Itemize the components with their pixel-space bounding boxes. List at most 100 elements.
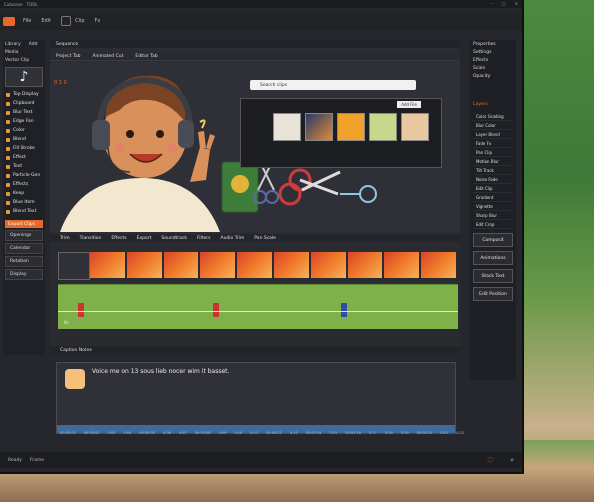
time-tick: 0:13	[289, 431, 298, 435]
menu-fx[interactable]: Fx	[95, 18, 101, 24]
heart-icon[interactable]: ♡	[487, 456, 494, 465]
video-track[interactable]	[90, 252, 456, 278]
settings-item[interactable]: Settings	[470, 48, 516, 56]
add-file-button[interactable]: Add File	[397, 100, 421, 108]
layer-item[interactable]: Color Grading	[473, 112, 513, 121]
animations-button[interactable]: Animations	[473, 251, 513, 265]
edit-position-button[interactable]: Edit Position	[473, 287, 513, 301]
media-thumb-5[interactable]	[401, 113, 429, 141]
video-clip[interactable]	[273, 252, 309, 278]
left-list-label: Effect	[13, 155, 26, 160]
video-clip[interactable]	[237, 252, 272, 278]
left-list-item[interactable]: Edge Fan	[3, 117, 45, 126]
tab-project[interactable]: Project Tab	[50, 54, 86, 59]
tab-sequence[interactable]: Sequence	[50, 42, 84, 47]
search-icon[interactable]: ⌕	[510, 456, 514, 465]
menu-file[interactable]: File	[23, 18, 31, 24]
clip-marker-blue[interactable]	[341, 303, 347, 317]
composit-button[interactable]: Composit	[473, 233, 513, 247]
undo-icon[interactable]	[61, 16, 72, 26]
clip-marker-red-2[interactable]	[213, 303, 219, 317]
layer-item[interactable]: Sharp Blur	[473, 211, 513, 220]
left-list-item[interactable]: Keep	[3, 189, 45, 198]
layer-item[interactable]: Tilt Track	[473, 166, 513, 175]
add-tab[interactable]: Add	[29, 42, 38, 47]
timeline-track-label[interactable]: Trim	[60, 236, 70, 241]
video-clip[interactable]	[347, 252, 383, 278]
timeline-track-label[interactable]: Filters	[197, 236, 211, 241]
layer-item[interactable]: Motion Blur	[473, 157, 513, 166]
timeline-track-label[interactable]: Export	[137, 236, 152, 241]
video-clip[interactable]	[90, 252, 125, 278]
video-clip[interactable]	[310, 252, 346, 278]
menu-edit[interactable]: Edit	[41, 18, 51, 24]
timeline-track-label[interactable]: Soundtrack	[161, 236, 187, 241]
timeline-track-label[interactable]: Effects	[111, 236, 126, 241]
tab-animated-cut[interactable]: Animated Cut	[86, 54, 129, 59]
layer-item[interactable]: Gradient	[473, 193, 513, 202]
timeline-marker: 0s	[64, 320, 69, 325]
media-thumb-3[interactable]	[337, 113, 365, 141]
left-list-item[interactable]: Particle Gen	[3, 171, 45, 180]
video-clip[interactable]	[126, 252, 162, 278]
display-button[interactable]: Display	[5, 269, 43, 280]
audio-track[interactable]: 0s	[58, 284, 458, 329]
tab-editor[interactable]: Editor Tab	[129, 54, 163, 59]
close-icon[interactable]: ✕	[515, 1, 518, 6]
list-bullet-icon	[6, 119, 10, 124]
video-clip[interactable]	[200, 252, 236, 278]
list-bullet-icon	[6, 128, 10, 133]
left-list-item[interactable]: Effects	[3, 180, 45, 189]
title-menu[interactable]: TOOL	[27, 2, 38, 7]
layer-item[interactable]: Edit Clip	[473, 184, 513, 193]
left-list-item[interactable]: Blend Text	[3, 207, 45, 216]
export-clips-button[interactable]: Export Clips	[5, 220, 43, 228]
minimize-icon[interactable]: –	[491, 1, 493, 6]
layer-item[interactable]: Layer Blend	[473, 130, 513, 139]
left-list-item[interactable]: Color	[3, 126, 45, 135]
timeline-track-label[interactable]: Audio Trim	[221, 236, 245, 241]
layer-item[interactable]: Noise Fade	[473, 175, 513, 184]
opacity-item[interactable]: Opacity	[470, 72, 516, 80]
effects-item[interactable]: Effects	[470, 56, 516, 64]
menu-clip[interactable]: Clip	[75, 18, 84, 24]
timeline-first-clip[interactable]	[58, 252, 90, 280]
maximize-icon[interactable]: ▢	[502, 1, 506, 6]
list-bullet-icon	[6, 209, 10, 214]
left-list-item[interactable]: Clipboard	[3, 99, 45, 108]
scale-item[interactable]: Scale	[470, 64, 516, 72]
rotation-button[interactable]: Rotation	[5, 256, 43, 267]
stack-text-button[interactable]: Stack Text	[473, 269, 513, 283]
preview-canvas[interactable]: Search clips Add File 0 1 0	[50, 62, 460, 232]
media-thumb-2[interactable]	[305, 113, 333, 141]
layer-item[interactable]: Vignette	[473, 202, 513, 211]
timeline-track-label[interactable]: Transition	[80, 236, 102, 241]
media-thumb-4[interactable]	[369, 113, 397, 141]
calendar-button[interactable]: Calendar	[5, 243, 43, 254]
left-list-item[interactable]: Top Display	[3, 90, 45, 99]
layer-item[interactable]: Fade Fx	[473, 139, 513, 148]
layer-item[interactable]: Blur Color	[473, 121, 513, 130]
clip-marker-red[interactable]	[78, 303, 84, 317]
layer-item[interactable]: Edit Crop	[473, 220, 513, 229]
layer-item[interactable]: Pan Clip	[473, 148, 513, 157]
library-tab[interactable]: Library	[5, 42, 21, 47]
left-list-item[interactable]: Blue Item	[3, 198, 45, 207]
timeline-track-label[interactable]: Pan Scale	[254, 236, 276, 241]
openings-button[interactable]: Openings	[5, 230, 43, 241]
left-list-item[interactable]: Effect	[3, 153, 45, 162]
left-list-item[interactable]: Blend	[3, 135, 45, 144]
left-list-item[interactable]: Fill Stroke	[3, 144, 45, 153]
video-clip[interactable]	[163, 252, 199, 278]
list-bullet-icon	[6, 92, 10, 97]
media-subheader: Media	[5, 49, 19, 55]
search-input[interactable]: Search clips	[250, 80, 416, 90]
sequence-tabs: Sequence	[50, 40, 460, 48]
time-tick: 0:21	[440, 431, 449, 435]
music-note-icon[interactable]: ♪	[5, 67, 43, 87]
video-clip[interactable]	[384, 252, 420, 278]
left-list-item[interactable]: Blur Text	[3, 108, 45, 117]
media-thumb-1[interactable]	[273, 113, 301, 141]
left-list-item[interactable]: Text	[3, 162, 45, 171]
video-clip[interactable]	[421, 252, 456, 278]
